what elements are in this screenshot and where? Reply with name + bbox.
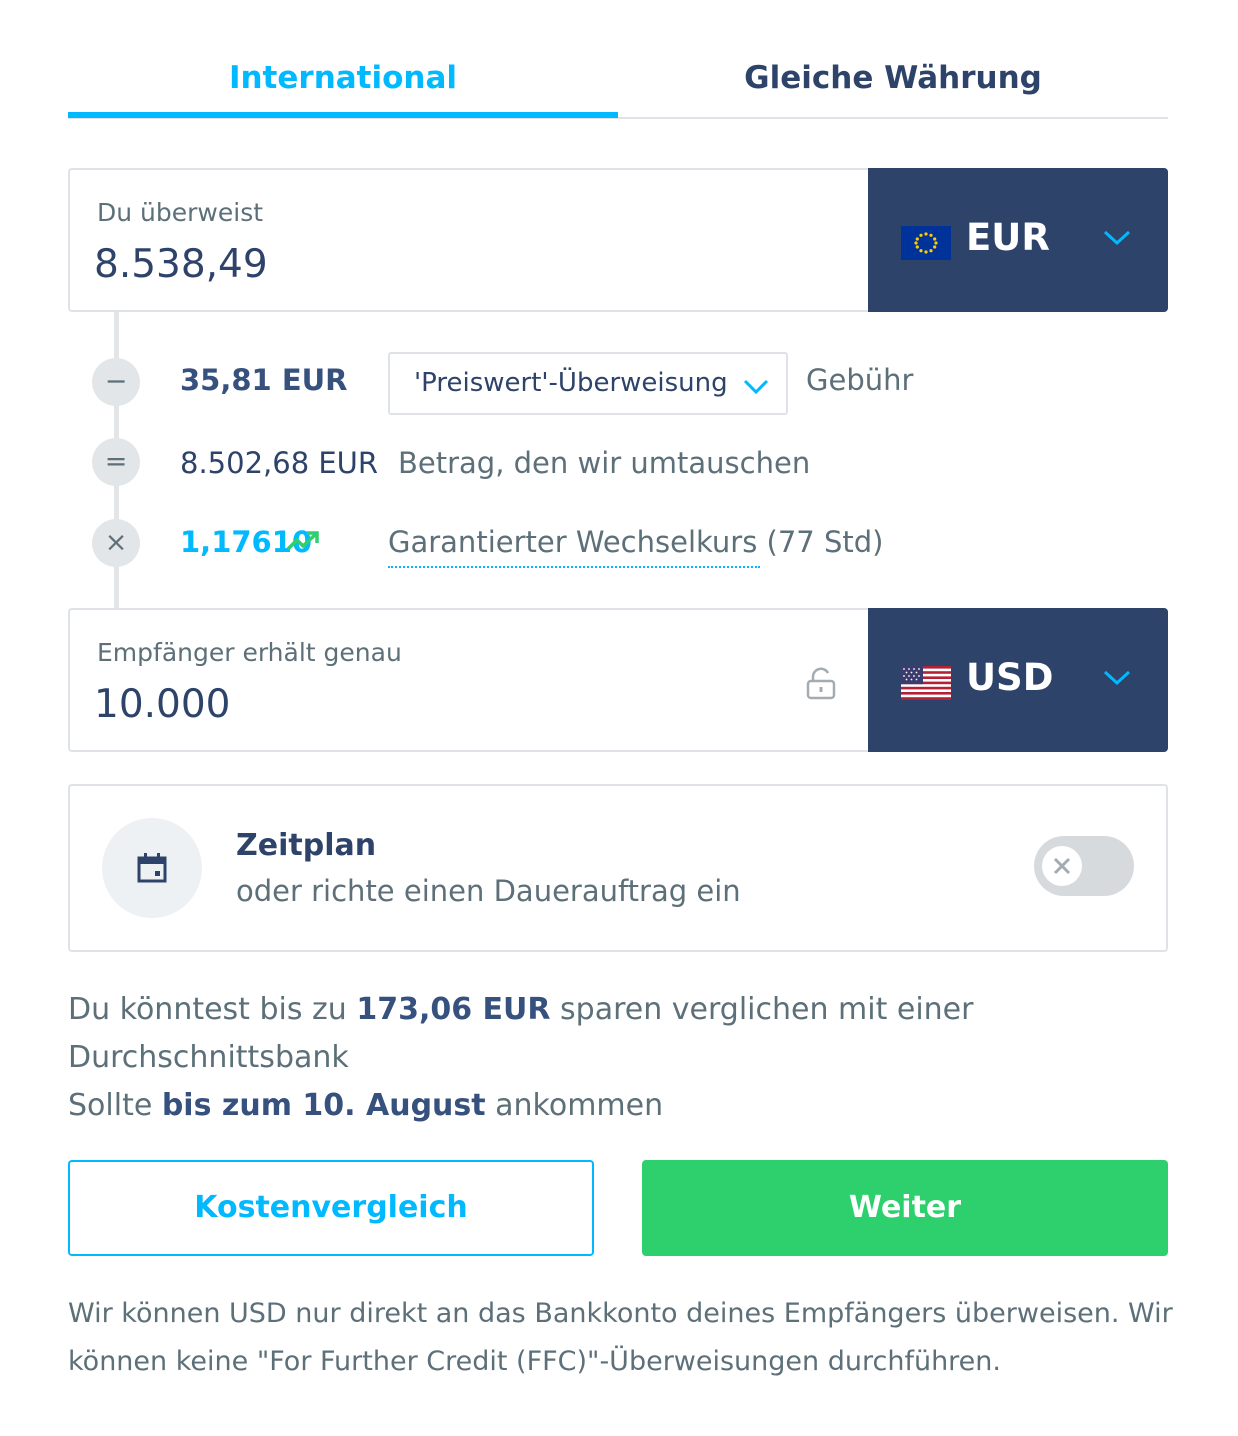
- savings-prefix: Du könntest bis zu: [68, 992, 357, 1027]
- tab-active-indicator: [68, 112, 618, 118]
- toggle-knob: [1042, 846, 1082, 886]
- arrival-suffix: ankommen: [485, 1088, 664, 1123]
- send-amount-label: Du überweist: [97, 198, 264, 227]
- fee-type-select[interactable]: 'Preiswert'-Überweisung: [388, 352, 788, 415]
- close-icon: [1053, 857, 1071, 875]
- arrival-date: bis zum 10. August: [161, 1088, 486, 1123]
- schedule-card: Zeitplan oder richte einen Dauerauftrag …: [68, 784, 1168, 952]
- tab-same-currency[interactable]: Gleiche Währung: [618, 40, 1168, 116]
- tab-international[interactable]: International: [68, 40, 618, 116]
- chevron-down-icon: [743, 379, 769, 395]
- compare-costs-button[interactable]: Kostenvergleich: [68, 1160, 594, 1256]
- receive-amount-label: Empfänger erhält genau: [97, 638, 402, 667]
- continue-button[interactable]: Weiter: [642, 1160, 1168, 1256]
- receive-amount-input[interactable]: [94, 676, 794, 732]
- send-amount-input[interactable]: [94, 236, 794, 292]
- send-amount-box: Du überweist EUR: [68, 168, 1168, 312]
- schedule-toggle[interactable]: [1034, 836, 1134, 896]
- exchange-rate-link[interactable]: Garantierter Wechselkurs (77 Std): [388, 525, 883, 559]
- receive-currency-select[interactable]: USD: [868, 608, 1168, 752]
- send-currency-code: EUR: [966, 216, 1050, 259]
- arrival-prefix: Sollte: [68, 1088, 162, 1123]
- arrival-text: Sollte bis zum 10. August ankommen: [68, 1082, 663, 1130]
- chevron-down-icon: [1103, 670, 1131, 686]
- converted-amount: 8.502,68 EUR: [180, 446, 379, 480]
- converted-amount-label: Betrag, den wir umtauschen: [398, 446, 811, 480]
- schedule-icon-circle: [102, 818, 202, 918]
- chevron-down-icon: [1103, 230, 1131, 246]
- receive-currency-code: USD: [966, 656, 1054, 699]
- send-currency-select[interactable]: EUR: [868, 168, 1168, 312]
- minus-icon: −: [92, 358, 140, 406]
- us-flag-icon: [901, 666, 951, 700]
- fee-type-value: 'Preiswert'-Überweisung: [414, 368, 728, 398]
- trending-up-icon: [286, 531, 319, 551]
- receive-amount-box: Empfänger erhält genau USD: [68, 608, 1168, 752]
- schedule-subtitle: oder richte einen Dauerauftrag ein: [236, 874, 741, 908]
- calendar-icon: [137, 853, 167, 883]
- savings-amount: 173,06 EUR: [356, 992, 551, 1027]
- rate-link-underline: [388, 566, 760, 568]
- unlock-icon[interactable]: [806, 666, 836, 700]
- fee-amount: 35,81 EUR: [180, 363, 348, 397]
- tab-bar: International Gleiche Währung: [68, 40, 1168, 120]
- times-icon: ×: [92, 519, 140, 567]
- eu-flag-icon: [901, 226, 951, 260]
- ffc-notice: Wir können USD nur direkt an das Bankkon…: [68, 1298, 1173, 1377]
- savings-text: Du könntest bis zu 173,06 EUR sparen ver…: [68, 986, 1168, 1082]
- fee-label: Gebühr: [806, 363, 914, 397]
- equals-icon: =: [92, 438, 140, 486]
- schedule-title: Zeitplan: [236, 828, 377, 863]
